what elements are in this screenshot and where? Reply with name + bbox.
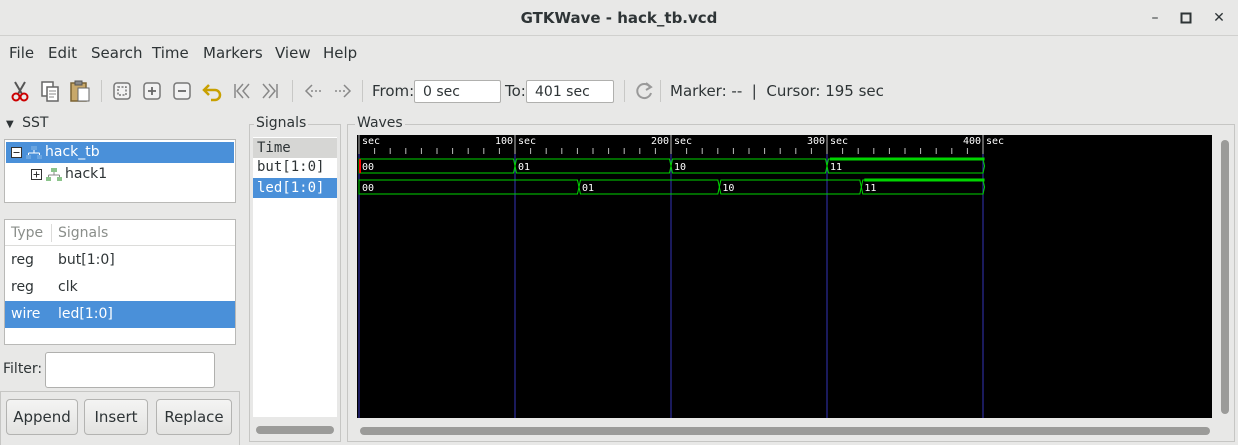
sst-tree: hack_tb hack1 (4, 139, 236, 203)
waves-vertical-scrollbar[interactable] (1221, 140, 1229, 414)
menu-markers[interactable]: Markers (203, 44, 263, 62)
insert-button[interactable]: Insert (84, 399, 148, 435)
signals-title: Signals (254, 115, 309, 131)
module-icon (46, 168, 62, 181)
tree-collapse-icon[interactable] (11, 147, 22, 158)
row-type: reg (11, 252, 34, 268)
filter-input[interactable] (45, 352, 215, 388)
menu-file[interactable]: File (9, 44, 34, 62)
sst-title: SST (22, 115, 49, 131)
previous-edge-icon[interactable] (301, 79, 325, 103)
waves-horizontal-scrollbar[interactable] (360, 427, 1210, 435)
row-signal: led[1:0] (58, 306, 113, 322)
copy-icon[interactable] (38, 79, 62, 103)
from-time-input[interactable] (414, 80, 501, 103)
menu-view[interactable]: View (275, 44, 311, 62)
tick-unit: sec (518, 136, 536, 147)
sst-header[interactable]: ▼ SST (6, 115, 48, 131)
tree-item-label: hack_tb (45, 144, 100, 160)
zoom-in-icon[interactable] (140, 79, 164, 103)
toolbar: From: To: Marker: -- | Cursor: 195 sec (0, 71, 1238, 111)
from-label: From: (372, 82, 415, 100)
cut-icon[interactable] (8, 79, 32, 103)
collapse-triangle-icon: ▼ (6, 119, 14, 130)
reload-icon[interactable] (632, 79, 656, 103)
replace-button[interactable]: Replace (156, 399, 232, 435)
column-divider (51, 224, 52, 242)
toolbar-separator (362, 80, 363, 102)
menu-help[interactable]: Help (323, 44, 357, 62)
tree-item-hack1[interactable]: hack1 (6, 164, 234, 185)
tick-label: 200 (651, 136, 669, 147)
menu-time[interactable]: Time (152, 44, 189, 62)
signal-row-time[interactable]: Time (253, 138, 337, 158)
wave-display[interactable]: 0sec100sec200sec300sec400sec000110110001… (357, 135, 1212, 418)
filter-label: Filter: (3, 361, 43, 377)
waves-title: Waves (355, 115, 405, 131)
trace-value-label: 11 (830, 162, 842, 173)
menu-search[interactable]: Search (91, 44, 143, 62)
zoom-fit-icon[interactable] (110, 79, 134, 103)
row-type: wire (11, 306, 41, 322)
next-edge-icon[interactable] (331, 79, 355, 103)
row-signal: but[1:0] (58, 252, 115, 268)
table-header: Type Signals (5, 220, 235, 246)
column-type[interactable]: Type (11, 225, 43, 241)
tick-label: 100 (495, 136, 513, 147)
go-to-end-icon[interactable] (258, 79, 282, 103)
trace-value-label: 00 (362, 183, 374, 194)
toolbar-separator (624, 80, 625, 102)
trace-value-label: 00 (362, 162, 374, 173)
tree-item-hack-tb[interactable]: hack_tb (6, 142, 234, 163)
signal-type-table: Type Signals reg but[1:0] reg clk wire l… (4, 219, 236, 345)
trace-value-label: 11 (864, 183, 876, 194)
toolbar-separator (101, 80, 102, 102)
table-row[interactable]: wire led[1:0] (5, 301, 235, 328)
trace-value-label: 10 (674, 162, 686, 173)
marker-cursor-readout: Marker: -- | Cursor: 195 sec (670, 82, 884, 100)
title-bar: GTKWave - hack_tb.vcd – ✕ (0, 0, 1238, 36)
tick-label: 300 (807, 136, 825, 147)
tick-unit: sec (986, 136, 1004, 147)
tick-unit: sec (830, 136, 848, 147)
tick-label: 400 (963, 136, 981, 147)
window-title: GTKWave - hack_tb.vcd (520, 9, 718, 27)
trace-value-label: 10 (722, 183, 734, 194)
signals-list: Time but[1:0] led[1:0] (253, 137, 337, 417)
toolbar-separator (660, 80, 661, 102)
row-signal: clk (58, 279, 78, 295)
tick-unit: sec (674, 136, 692, 147)
close-icon[interactable]: ✕ (1207, 6, 1231, 30)
zoom-out-icon[interactable] (170, 79, 194, 103)
paste-icon[interactable] (68, 79, 92, 103)
to-label: To: (505, 82, 526, 100)
signal-row[interactable]: but[1:0] (253, 157, 337, 177)
signals-horizontal-scrollbar[interactable] (256, 426, 334, 434)
wave-background (357, 135, 1212, 418)
minimize-icon[interactable]: – (1143, 6, 1167, 30)
to-time-input[interactable] (526, 80, 614, 103)
go-to-start-icon[interactable] (230, 79, 254, 103)
append-button[interactable]: Append (6, 399, 78, 435)
signal-row[interactable]: led[1:0] (253, 178, 337, 198)
maximize-icon[interactable] (1174, 6, 1198, 30)
trace-value-label: 01 (518, 162, 530, 173)
tree-expand-icon[interactable] (31, 169, 42, 180)
tree-item-label: hack1 (65, 166, 108, 182)
tick-unit: sec (362, 136, 380, 147)
undo-icon[interactable] (200, 79, 224, 103)
table-row[interactable]: reg but[1:0] (5, 247, 235, 274)
toolbar-separator (292, 80, 293, 102)
column-signals[interactable]: Signals (58, 225, 108, 241)
row-type: reg (11, 279, 34, 295)
menu-bar: File Edit Search Time Markers View Help (0, 37, 1238, 68)
trace-value-label: 01 (582, 183, 594, 194)
module-icon (26, 146, 42, 159)
menu-edit[interactable]: Edit (48, 44, 77, 62)
table-row[interactable]: reg clk (5, 274, 235, 301)
